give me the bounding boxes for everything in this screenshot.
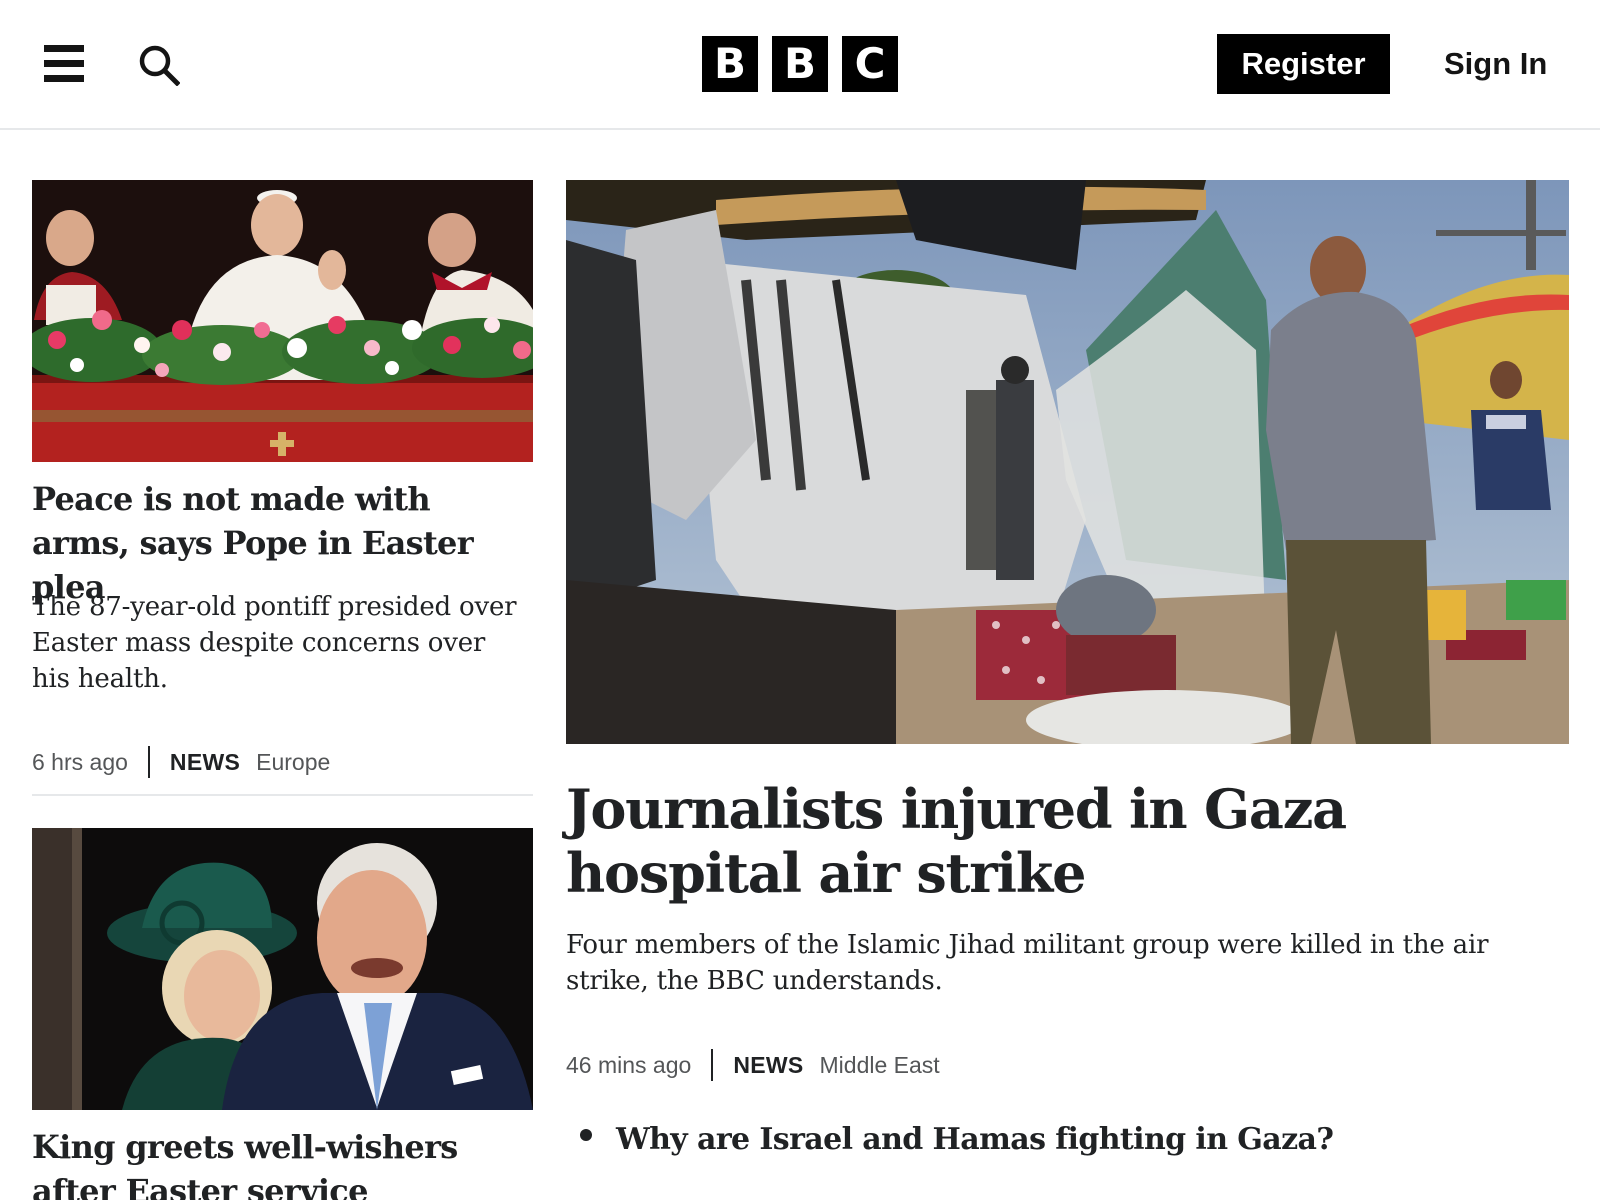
lead-story-image[interactable] — [566, 180, 1569, 744]
lead-story-summary: Four members of the Islamic Jihad milita… — [566, 930, 1489, 996]
story-headline[interactable]: King greets well-wishers after Easter se… — [32, 1125, 532, 1200]
lead-story-brand-label[interactable]: NEWS — [733, 1052, 803, 1079]
lead-story-headline[interactable]: Journalists injured in Gaza hospital air… — [566, 777, 1556, 905]
lead-story-timestamp: 46 mins ago — [566, 1051, 692, 1078]
story-image-pope[interactable] — [32, 180, 533, 462]
related-story-link[interactable]: Why are Israel and Hamas fighting in Gaz… — [580, 1118, 1334, 1162]
story-meta: 6 hrs ago NEWS Europe — [32, 745, 330, 779]
site-header: B B C Register Sign In — [0, 0, 1600, 130]
logo-letter-c: C — [842, 36, 898, 92]
sign-in-link[interactable]: Sign In — [1444, 40, 1547, 88]
story-section-link[interactable]: Europe — [256, 749, 330, 776]
menu-icon[interactable] — [44, 45, 84, 83]
logo-letter-b2: B — [772, 36, 828, 92]
story-timestamp: 6 hrs ago — [32, 748, 128, 775]
lead-story-section-link[interactable]: Middle East — [820, 1052, 940, 1079]
meta-separator — [711, 1049, 714, 1081]
story-divider — [32, 794, 533, 796]
register-button[interactable]: Register — [1217, 34, 1390, 94]
bullet-icon — [580, 1129, 592, 1141]
related-story-title: Why are Israel and Hamas fighting in Gaz… — [616, 1122, 1334, 1157]
story-summary: The 87-year-old pontiff presided over Ea… — [32, 592, 517, 694]
story-image-king[interactable] — [32, 828, 533, 1110]
bbc-logo[interactable]: B B C — [702, 36, 898, 92]
lead-story-meta: 46 mins ago NEWS Middle East — [566, 1048, 940, 1082]
meta-separator — [147, 746, 150, 778]
search-icon[interactable] — [138, 44, 181, 87]
story-brand-label[interactable]: NEWS — [170, 749, 240, 776]
logo-letter-b1: B — [702, 36, 758, 92]
